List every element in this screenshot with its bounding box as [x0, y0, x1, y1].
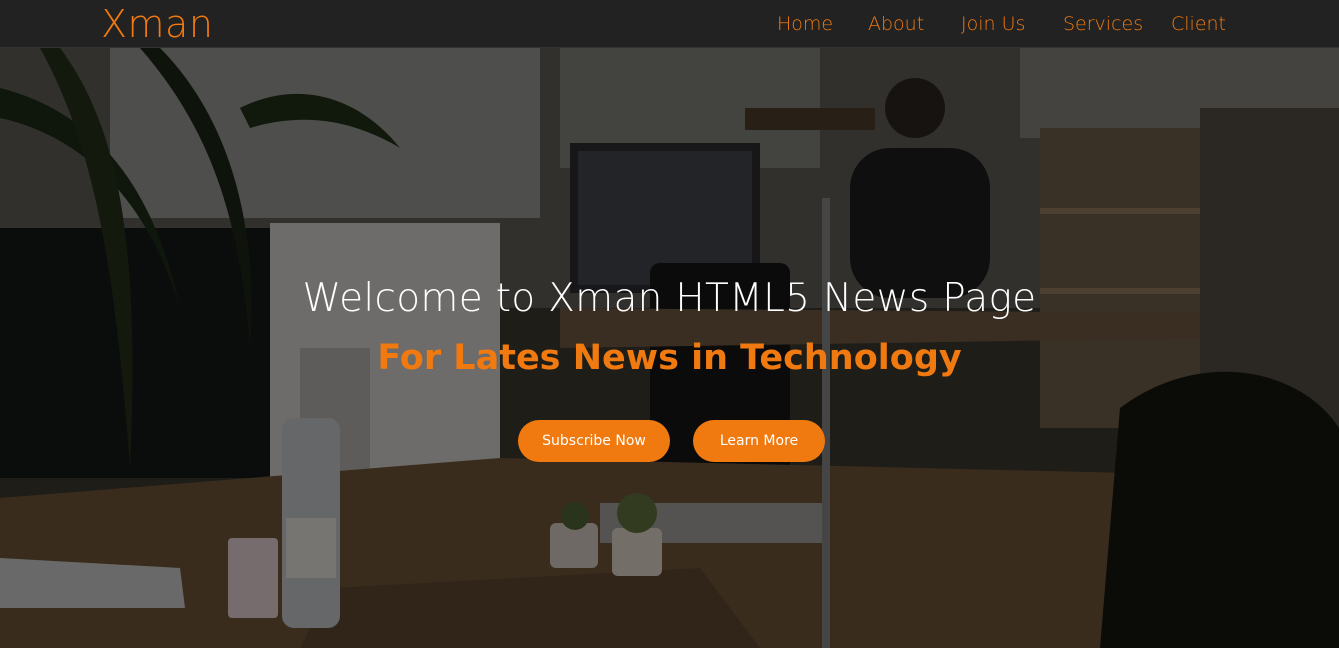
hero-title: Welcome to Xman HTML5 News Page [302, 276, 1037, 321]
subscribe-now-button[interactable]: Subscribe Now [518, 420, 670, 462]
hero-section: Welcome to Xman HTML5 News Page For Late… [0, 48, 1339, 648]
nav-client-link[interactable]: Client [1171, 0, 1226, 48]
nav-join-us-link[interactable]: Join Us [961, 0, 1025, 48]
learn-more-button[interactable]: Learn More [693, 420, 825, 462]
nav-about-link[interactable]: About [868, 0, 924, 48]
nav-home-link[interactable]: Home [777, 0, 833, 48]
nav-services-link[interactable]: Services [1063, 0, 1143, 48]
navbar: Xman Home About Join Us Services Client [0, 0, 1339, 48]
brand-logo[interactable]: Xman [101, 2, 213, 46]
hero-subtitle: For Lates News in Technology [377, 338, 962, 378]
